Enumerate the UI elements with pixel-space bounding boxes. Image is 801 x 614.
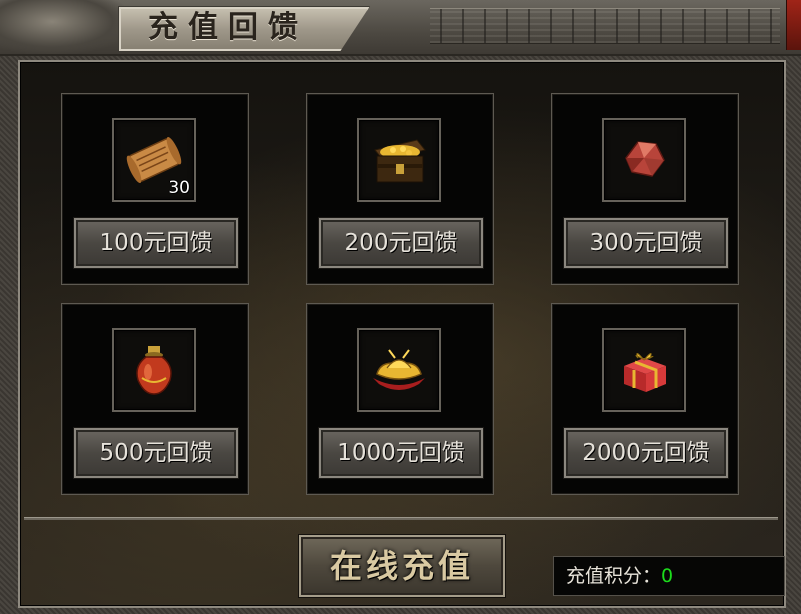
reward-button-500[interactable]: 500元回馈 <box>74 428 238 478</box>
red-gem-icon <box>625 141 665 177</box>
item-slot[interactable] <box>602 328 686 412</box>
reward-card-1000: 1000元回馈 <box>306 303 494 495</box>
item-slot[interactable] <box>357 118 441 202</box>
reward-card-200: 200元回馈 <box>306 93 494 285</box>
reward-button-1000[interactable]: 1000元回馈 <box>319 428 483 478</box>
reward-card-100: 30 100元回馈 <box>61 93 249 285</box>
footer-divider <box>24 517 778 520</box>
close-button[interactable] <box>786 0 801 50</box>
reward-card-2000: 2000元回馈 <box>551 303 739 495</box>
reward-button-100[interactable]: 100元回馈 <box>74 218 238 268</box>
reward-card-500: 500元回馈 <box>61 303 249 495</box>
item-count: 30 <box>168 178 190 198</box>
gift-box-icon <box>624 353 666 392</box>
item-slot[interactable] <box>112 328 196 412</box>
title-bar-ornament <box>430 8 780 44</box>
reward-button-2000[interactable]: 2000元回馈 <box>564 428 728 478</box>
window-title: 充值回馈 <box>148 10 308 45</box>
reward-card-300: 300元回馈 <box>551 93 739 285</box>
item-slot[interactable] <box>602 118 686 202</box>
reward-button-300[interactable]: 300元回馈 <box>564 218 728 268</box>
online-recharge-button[interactable]: 在线充值 <box>299 535 505 597</box>
reward-button-200[interactable]: 200元回馈 <box>319 218 483 268</box>
item-slot[interactable]: 30 <box>112 118 196 202</box>
treasure-chest-icon <box>374 139 426 183</box>
item-slot[interactable] <box>357 328 441 412</box>
potion-jar-icon <box>136 346 172 395</box>
points-value: 0 <box>661 565 674 587</box>
points-label: 充值积分： <box>566 565 662 587</box>
recharge-points-display: 充值积分：0 <box>553 556 785 596</box>
dragon-ornament-icon <box>0 0 130 54</box>
gold-ingot-icon <box>373 349 425 390</box>
